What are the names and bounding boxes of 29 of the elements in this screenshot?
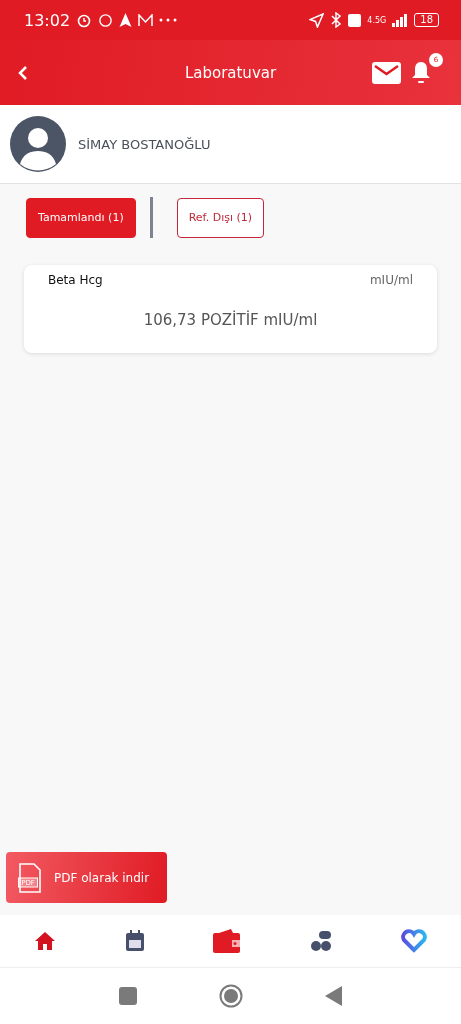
recents-button[interactable] xyxy=(118,987,137,1005)
mail-icon xyxy=(138,13,154,27)
bluetooth-icon xyxy=(330,12,343,28)
navigation-icon xyxy=(119,13,133,27)
page-title: Laboratuvar xyxy=(184,63,277,82)
test-value: 106,73 POZİTİF mIU/ml xyxy=(142,311,319,329)
patient-name: SİMAY BOSTANOĞLU xyxy=(78,136,211,152)
home-tab[interactable] xyxy=(34,931,57,951)
battery-level: 18 xyxy=(414,13,439,27)
test-unit: mIU/ml xyxy=(369,273,413,287)
filter-tab[interactable]: Ref. Dışı (1) xyxy=(176,197,265,238)
test-name: Beta Hcg xyxy=(48,273,103,287)
alarm-icon xyxy=(76,12,93,28)
signal-icon xyxy=(392,13,409,27)
notifications-button[interactable] xyxy=(411,60,431,85)
calendar-tab[interactable] xyxy=(124,930,145,952)
more-icon xyxy=(159,18,178,22)
avatar-icon xyxy=(10,116,66,172)
status-time: 13:02 xyxy=(24,10,71,30)
network-type: 4.5G xyxy=(367,15,387,25)
location-arrow-icon xyxy=(309,12,325,28)
mail-button[interactable] xyxy=(372,61,401,84)
pills-tab[interactable] xyxy=(310,930,333,952)
filter-tab[interactable]: Tamamlandı (1) xyxy=(26,197,136,238)
home-button[interactable] xyxy=(218,984,243,1008)
back-button[interactable] xyxy=(18,65,28,80)
health-tab[interactable] xyxy=(400,929,427,953)
back-nav-button[interactable] xyxy=(324,986,343,1006)
wallet-tab[interactable] xyxy=(213,929,242,953)
